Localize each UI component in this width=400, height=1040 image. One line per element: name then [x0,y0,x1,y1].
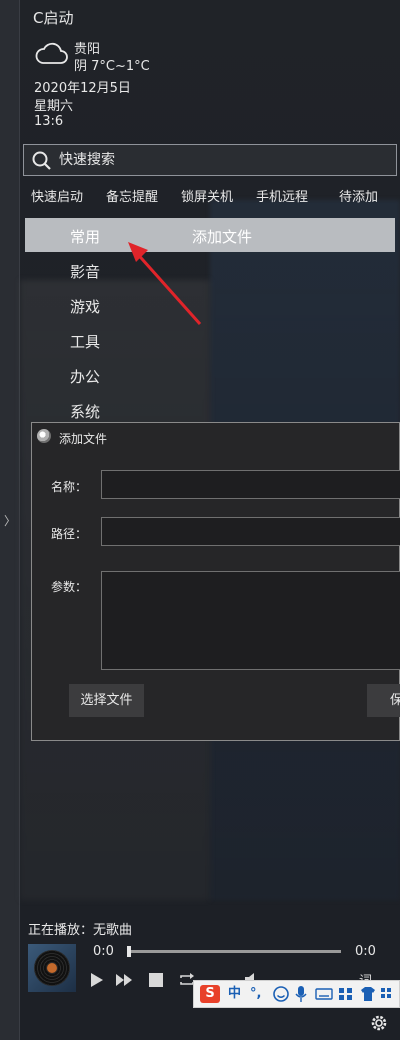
fast-forward-icon[interactable] [115,972,133,988]
path-field[interactable] [101,517,400,546]
cloud-icon [35,42,68,64]
quick-tabs: 快速启动 备忘提醒 锁屏关机 手机远程 待添加 [23,186,400,208]
settings-gear-icon[interactable] [369,1013,389,1033]
tab-to-be-added[interactable]: 待添加 [339,186,378,205]
choose-file-button[interactable]: 选择文件 [69,684,144,717]
tab-memo-reminder[interactable]: 备忘提醒 [106,186,158,205]
tab-lock-shutdown[interactable]: 锁屏关机 [181,186,233,205]
category-common[interactable]: 常用 [70,226,100,247]
weekday-text: 星期六 [34,99,74,114]
total-time: 0:0 [355,944,376,959]
search-icon [32,151,51,170]
category-office[interactable]: 办公 [70,366,100,387]
category-system[interactable]: 系统 [70,401,100,422]
time-text: 13:6 [34,114,64,129]
microphone-icon[interactable] [294,985,308,1003]
app-logo-icon [37,429,51,443]
app-title: C启动 [33,9,74,27]
params-field[interactable] [101,571,400,670]
category-games[interactable]: 游戏 [70,296,100,317]
play-icon[interactable] [88,972,106,988]
tab-quick-launch[interactable]: 快速启动 [31,186,83,205]
current-time: 0:0 [93,944,114,959]
ime-toolbar[interactable]: S 中 °, [193,980,400,1008]
tab-phone-remote[interactable]: 手机远程 [256,186,308,205]
annotation-arrow [128,242,202,325]
search-input[interactable] [59,149,379,171]
sogou-logo-icon[interactable]: S [200,985,220,1003]
progress-knob[interactable] [127,946,131,957]
side-collapse-strip[interactable]: 〉 [0,0,20,1040]
ime-punctuation-mode[interactable]: °, [250,985,261,1003]
skin-shirt-icon[interactable] [360,985,376,1003]
album-art [28,944,76,992]
dialog-title: 添加文件 [59,432,108,446]
weather-description: 阴 7°C~1°C [74,59,150,74]
chevron-right-icon[interactable]: 〉 [4,512,16,529]
emoji-icon[interactable] [272,985,290,1003]
grid-menu-icon[interactable] [380,985,396,1003]
category-tools[interactable]: 工具 [70,331,100,352]
progress-track[interactable] [129,950,341,953]
toolbox-icon[interactable] [338,985,354,1003]
ime-chinese-mode[interactable]: 中 [228,985,241,1003]
params-label: 参数： [51,580,88,594]
path-label: 路径： [51,527,88,541]
keyboard-icon[interactable] [315,985,333,1003]
date-text: 2020年12月5日 [34,81,131,96]
category-media[interactable]: 影音 [70,261,100,282]
name-label: 名称： [51,480,88,494]
disc-label [47,963,57,973]
save-button[interactable]: 保 [367,684,400,717]
stop-icon[interactable] [147,972,165,988]
add-file-dialog: 添加文件 名称： 路径： 参数： 选择文件 保 [31,422,400,741]
now-playing-text: 正在播放：无歌曲 [28,923,133,938]
search-box[interactable] [23,144,397,176]
name-field[interactable] [101,470,400,499]
